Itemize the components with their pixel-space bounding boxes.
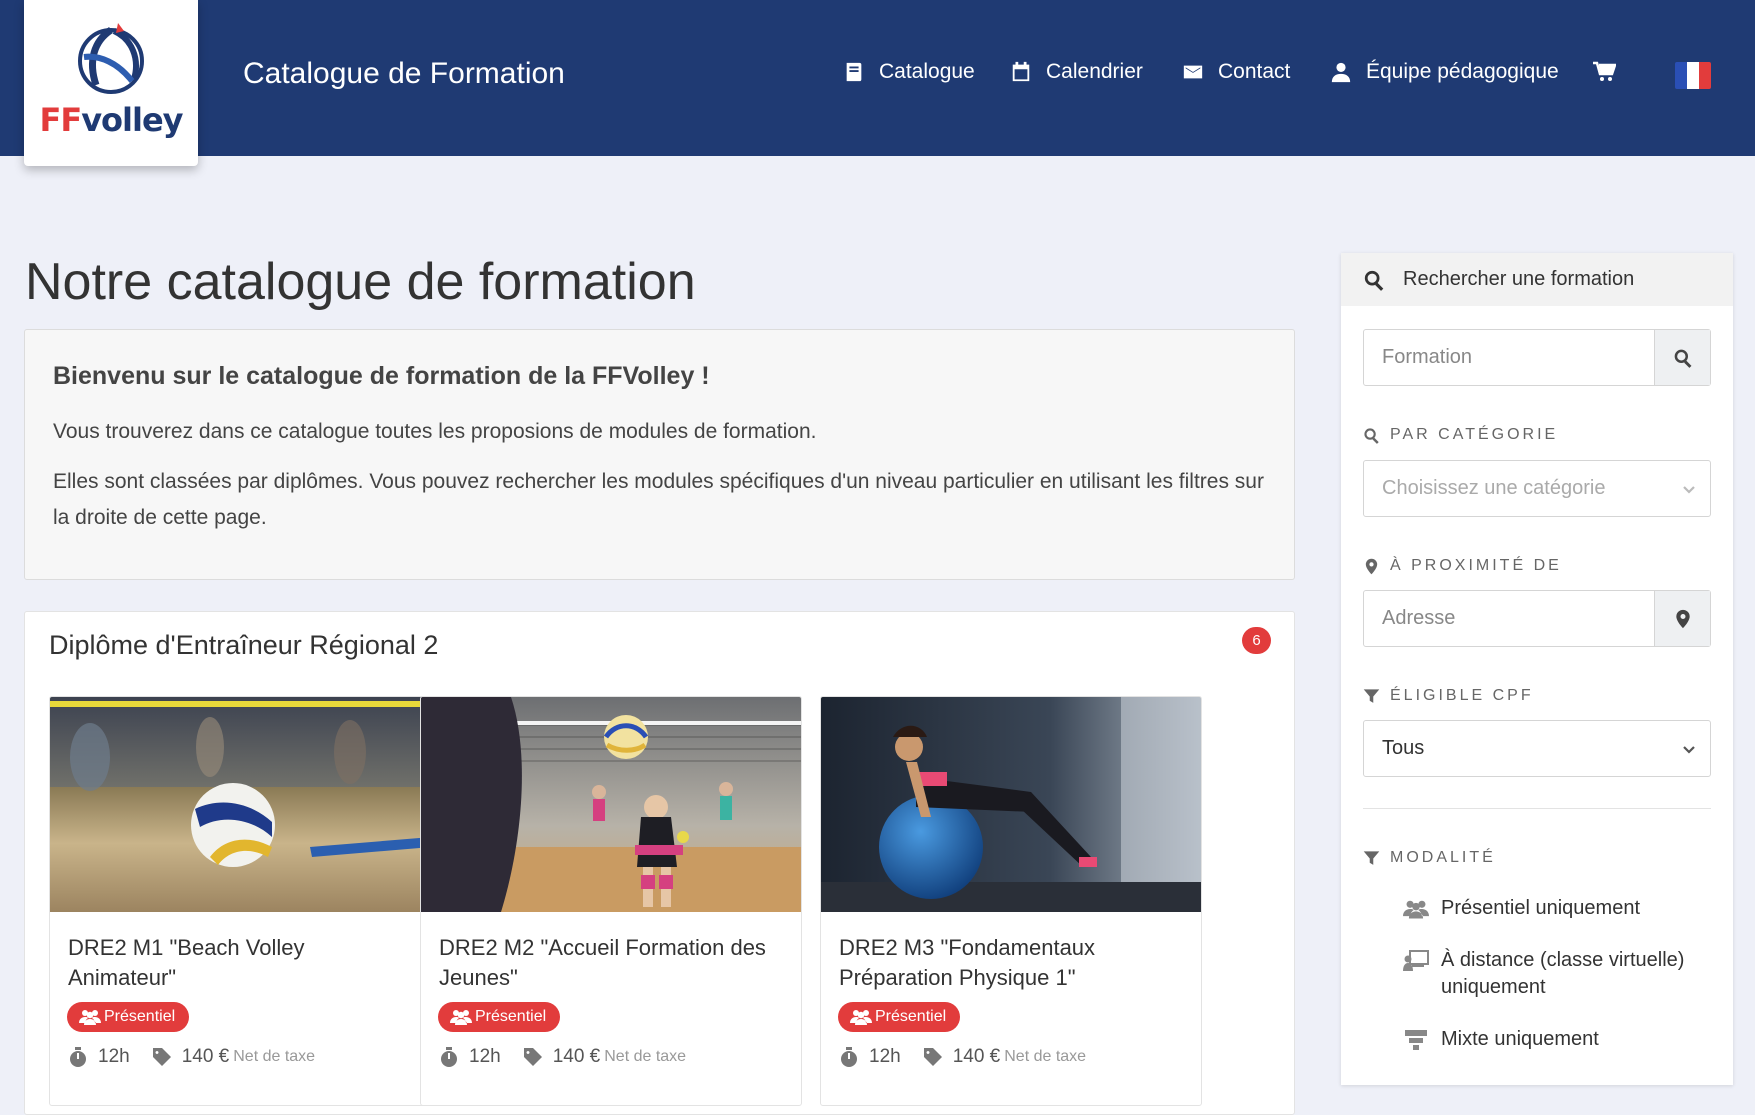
course-title[interactable]: DRE2 M2 "Accueil Formation des Jeunes" — [439, 933, 787, 993]
search-icon — [1364, 270, 1384, 291]
modality-option-presentiel[interactable]: Présentiel uniquement — [1403, 895, 1691, 922]
map-marker-icon — [1675, 609, 1690, 628]
cpf-filter-label: ÉLIGIBLE CPF — [1363, 687, 1534, 705]
welcome-paragraph: Vous trouverez dans ce catalogue toutes … — [53, 420, 817, 443]
fitness-ball-photo — [821, 697, 1201, 912]
chevron-down-icon — [1683, 745, 1695, 754]
users-icon — [79, 1010, 101, 1025]
module-count-badge: 6 — [1242, 627, 1271, 654]
search-sidebar: Rechercher une formation Formation PAR C… — [1341, 253, 1733, 1085]
cart-button[interactable] — [1592, 60, 1616, 84]
calendar-icon — [1012, 61, 1030, 82]
nav-label: Contact — [1218, 60, 1291, 83]
nav-contact[interactable]: Contact — [1182, 60, 1290, 84]
nav-catalogue[interactable]: Catalogue — [843, 60, 975, 84]
category-filter-label: PAR CATÉGORIE — [1363, 426, 1558, 444]
welcome-panel: Bienvenu sur le catalogue de formation d… — [24, 329, 1295, 580]
modality-option-distance[interactable]: À distance (classe virtuelle) uniquement — [1403, 947, 1691, 1001]
beach-volleyball-photo — [50, 697, 430, 912]
course-duration: 12h — [98, 1046, 130, 1067]
course-card[interactable]: DRE2 M3 "Fondamentaux Préparation Physiq… — [820, 696, 1202, 1106]
welcome-paragraph: Elles sont classées par diplômes. Vous p… — [53, 470, 1264, 529]
ffvolley-logo[interactable]: FFvolley — [24, 0, 198, 166]
modality-badge: Présentiel — [438, 1002, 561, 1032]
search-submit-button[interactable] — [1654, 330, 1710, 385]
top-header: FFvolley Catalogue de Formation Catalogu… — [0, 0, 1755, 166]
nav-equipe-pedagogique[interactable]: Équipe pédagogique — [1330, 60, 1559, 84]
address-input[interactable]: Adresse — [1363, 590, 1711, 647]
modality-option-mixte[interactable]: Mixte uniquement — [1403, 1026, 1691, 1053]
users-icon — [450, 1010, 472, 1025]
locate-button[interactable] — [1654, 591, 1710, 646]
tag-icon — [152, 1048, 171, 1066]
stopwatch-icon — [441, 1047, 457, 1067]
french-flag-icon[interactable] — [1675, 62, 1711, 89]
course-price: 140 € — [552, 1046, 601, 1067]
chevron-down-icon — [1683, 485, 1695, 494]
book-icon — [846, 62, 862, 82]
nav-label: Équipe pédagogique — [1366, 60, 1559, 83]
nav-label: Calendrier — [1046, 60, 1143, 83]
price-note: Net de taxe — [233, 1048, 316, 1065]
users-icon — [1403, 900, 1429, 919]
divider — [1363, 808, 1711, 809]
sidebar-heading: Rechercher une formation — [1341, 253, 1733, 306]
cpf-select[interactable]: Tous — [1363, 720, 1711, 777]
remote-class-icon — [1403, 950, 1429, 971]
tag-icon — [523, 1048, 542, 1066]
modality-filter-label: MODALITÉ — [1363, 849, 1496, 867]
youth-volleyball-photo — [421, 697, 801, 912]
course-title[interactable]: DRE2 M1 "Beach Volley Animateur" — [68, 933, 416, 993]
price-note: Net de taxe — [604, 1048, 687, 1065]
course-meta: 12h 140 € Net de taxe — [68, 1046, 315, 1068]
site-title[interactable]: Catalogue de Formation — [243, 57, 565, 91]
course-card[interactable]: DRE2 M1 "Beach Volley Animateur" Présent… — [49, 696, 431, 1106]
proximity-filter-label: À PROXIMITÉ DE — [1363, 557, 1562, 575]
nav-calendrier[interactable]: Calendrier — [1010, 60, 1143, 84]
category-select[interactable]: Choisissez une catégorie — [1363, 460, 1711, 517]
course-title[interactable]: DRE2 M3 "Fondamentaux Préparation Physiq… — [839, 933, 1187, 993]
diploma-title[interactable]: Diplôme d'Entraîneur Régional 2 — [49, 630, 438, 661]
envelope-icon — [1183, 65, 1203, 79]
search-icon — [1674, 349, 1691, 368]
course-duration: 12h — [469, 1046, 501, 1067]
course-price: 140 € — [181, 1046, 230, 1067]
user-icon — [1331, 62, 1351, 83]
stopwatch-icon — [70, 1047, 86, 1067]
diploma-section: Diplôme d'Entraîneur Régional 2 6 DRE2 M… — [24, 611, 1295, 1115]
modality-badge: Présentiel — [838, 1002, 961, 1032]
cart-icon — [1593, 61, 1616, 81]
logo-wordmark: FFvolley — [39, 101, 183, 139]
stopwatch-icon — [841, 1047, 857, 1067]
course-meta: 12h 140 € Net de taxe — [839, 1046, 1086, 1068]
search-icon — [1364, 427, 1379, 444]
course-price: 140 € — [952, 1046, 1001, 1067]
nav-label: Catalogue — [879, 60, 975, 83]
course-card[interactable]: DRE2 M2 "Accueil Formation des Jeunes" P… — [420, 696, 802, 1106]
formation-search-input[interactable]: Formation — [1363, 329, 1711, 386]
welcome-heading: Bienvenu sur le catalogue de formation d… — [53, 362, 710, 390]
course-meta: 12h 140 € Net de taxe — [439, 1046, 686, 1068]
volleyball-logo-icon — [78, 23, 144, 94]
filter-icon — [1363, 688, 1380, 703]
tag-icon — [923, 1048, 942, 1066]
modality-badge: Présentiel — [67, 1002, 190, 1032]
users-icon — [850, 1010, 872, 1025]
price-note: Net de taxe — [1004, 1048, 1087, 1065]
course-duration: 12h — [869, 1046, 901, 1067]
page-title: Notre catalogue de formation — [25, 253, 696, 311]
mixed-icon — [1405, 1030, 1427, 1050]
map-marker-icon — [1365, 558, 1378, 574]
filter-icon — [1363, 850, 1380, 865]
